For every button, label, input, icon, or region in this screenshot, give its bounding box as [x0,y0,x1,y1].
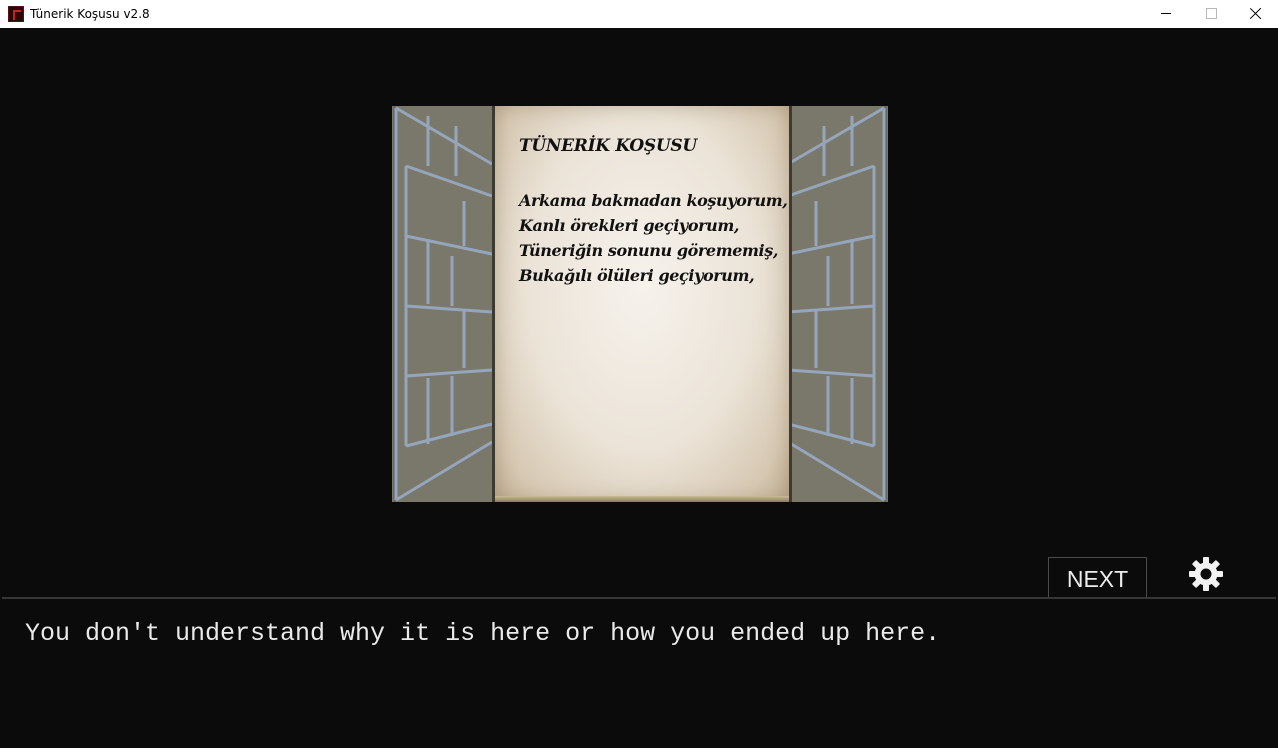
note-poem: Arkama bakmadan koşuyorum, Kanlı örekler… [519,188,788,288]
game-window: Tünerik Koşusu v2.8 TÜNERİK KOŞUSU Arkam… [0,0,1278,748]
dialog-text: You don't understand why it is here or h… [25,619,941,648]
window-title: Tünerik Koşusu v2.8 [30,7,150,21]
note-line: Kanlı örekleri geçiyorum, [519,216,740,235]
maximize-button[interactable] [1188,0,1234,28]
minimize-icon [1161,13,1171,14]
close-icon [1250,7,1262,19]
title-bar[interactable]: Tünerik Koşusu v2.8 [0,0,1278,28]
note-line: Tüneriğin sonunu görememiş, [519,241,779,260]
dialog-box[interactable]: You don't understand why it is here or h… [2,597,1276,745]
gear-icon [1189,557,1223,591]
next-button[interactable]: NEXT [1048,557,1147,597]
close-button[interactable] [1233,0,1278,28]
maximize-icon [1206,8,1217,19]
game-logo-icon [8,6,24,22]
note-title: TÜNERİK KOŞUSU [519,136,697,156]
note-line: Arkama bakmadan koşuyorum, [519,191,788,210]
note-bottom-edge [495,496,789,502]
settings-button[interactable] [1188,556,1224,592]
minimize-button[interactable] [1143,0,1189,28]
note-line: Bukağılı ölüleri geçiyorum, [519,266,755,285]
parchment-note: TÜNERİK KOŞUSU Arkama bakmadan koşuyorum… [492,106,792,502]
